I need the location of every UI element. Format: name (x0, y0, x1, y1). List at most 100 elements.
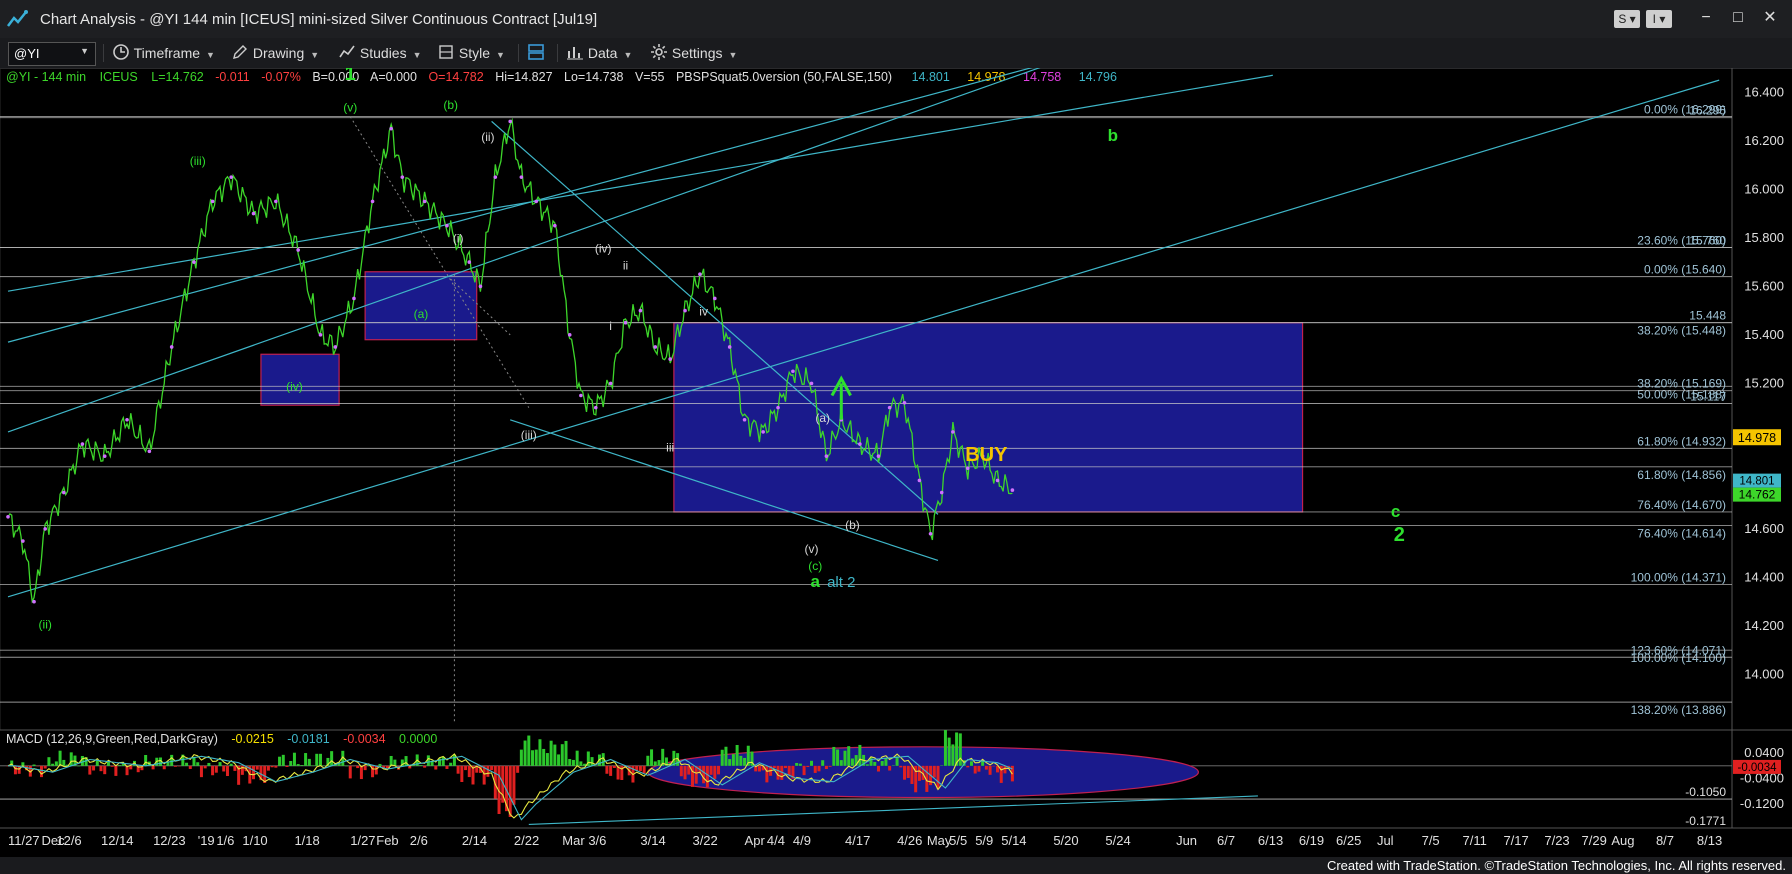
macd-label: MACD (12,26,9,Green,Red,DarkGray) (6, 732, 218, 746)
macd-histogram-bar (185, 762, 189, 766)
macd-histogram-bar (173, 765, 177, 767)
macd-histogram-bar (575, 750, 579, 766)
time-tick-label: Feb (376, 833, 398, 848)
price-tick-label: 15.600 (1744, 278, 1784, 293)
fib-level-label: 138.20% (13.886) (1631, 703, 1726, 717)
settings-menu[interactable]: Settings ▼ (650, 43, 737, 63)
symbol-value: @YI (14, 46, 40, 61)
macd-histogram-bar (880, 761, 884, 766)
macd-histogram-bar (765, 765, 769, 783)
fib-level-label: 16.295 (1689, 104, 1726, 118)
macd-histogram-bar (783, 765, 787, 769)
gear-icon (651, 44, 667, 60)
time-tick-label: Apr (745, 833, 766, 848)
macd-histogram-bar (802, 765, 806, 776)
macd-histogram-bar (728, 759, 732, 766)
macd-histogram-bar (39, 765, 43, 778)
swing-point-marker (389, 126, 393, 131)
macd-histogram-bar (739, 755, 743, 766)
macd-histogram-bar (523, 740, 527, 766)
swing-point-marker (147, 449, 152, 454)
macd-histogram-bar (757, 765, 761, 772)
wave-label: (i) (453, 232, 464, 246)
price-tick-label: 16.200 (1744, 133, 1784, 148)
time-tick-label: May (927, 833, 952, 848)
last-price-tag-text: 14.978 (1738, 431, 1776, 445)
swing-point-marker (638, 308, 643, 313)
fib-level-label: 15.760 (1689, 234, 1726, 248)
macd-histogram-bar (300, 765, 304, 766)
macd-histogram-bar (486, 765, 490, 777)
price-tick-label: 14.600 (1744, 521, 1784, 536)
swing-point-marker (951, 430, 955, 434)
swing-point-marker (352, 296, 356, 301)
macd-histogram-bar (352, 765, 356, 767)
macd-histogram-bar (47, 757, 51, 766)
time-tick-label: 7/11 (1463, 833, 1487, 848)
time-tick-label: 12/14 (101, 833, 134, 848)
close-button[interactable]: ✕ (1760, 8, 1780, 28)
fib-level-label: 100.00% (14.371) (1631, 570, 1726, 584)
macd-value-tag-text: -0.0034 (1737, 762, 1777, 774)
swing-point-marker (43, 527, 47, 531)
macd-histogram-bar (813, 765, 817, 773)
macd-histogram-bar (419, 765, 423, 766)
studies-menu[interactable]: Studies ▼ (338, 43, 422, 63)
swing-point-marker (553, 223, 557, 228)
s-dropdown-button[interactable]: S ▾ (1614, 10, 1640, 28)
macd-histogram-bar (966, 765, 970, 768)
macd-histogram-bar (345, 765, 349, 767)
macd-histogram-bar (731, 754, 735, 766)
timeframe-menu[interactable]: Timeframe ▼ (112, 43, 215, 63)
swing-point-marker (80, 442, 85, 446)
macd-histogram-bar (304, 753, 308, 766)
macd-histogram-bar (516, 765, 520, 773)
data-menu[interactable]: Data ▼ (566, 43, 632, 63)
fib-level-label: 0.00% (15.640) (1644, 263, 1726, 277)
macd-histogram-bar (218, 762, 222, 766)
i-dropdown-button[interactable]: I ▾ (1646, 10, 1672, 28)
layout-button[interactable] (526, 43, 546, 63)
toolbar-divider (518, 44, 519, 62)
macd-histogram-bar (992, 765, 996, 767)
time-tick-label: 5/5 (949, 833, 967, 848)
macd-histogram-bar (225, 765, 229, 777)
wave-label: iii (666, 440, 674, 454)
time-tick-label: 7/29 (1582, 833, 1607, 848)
swing-point-marker (493, 175, 498, 179)
time-tick-label: Aug (1611, 833, 1634, 848)
macd-histogram-bar (534, 749, 538, 766)
drawing-menu[interactable]: Drawing ▼ (231, 43, 319, 63)
macd-histogram-bar (798, 763, 802, 766)
swing-point-marker (251, 211, 256, 216)
macd-histogram-bar (252, 765, 256, 780)
time-tick-label: 6/7 (1217, 833, 1235, 848)
macd-histogram-bar (270, 765, 274, 768)
wave-label: a (811, 572, 821, 591)
macd-histogram-bar (735, 744, 739, 766)
macd-value-1: -0.0215 (231, 732, 273, 746)
macd-histogram-bar (36, 765, 40, 767)
study-price-tag-text: 14.801 (1739, 476, 1774, 488)
swing-point-marker (713, 296, 717, 301)
macd-histogram-bar (278, 756, 282, 766)
minimize-button[interactable]: − (1696, 8, 1716, 28)
macd-histogram-bar (549, 740, 553, 766)
swing-point-marker (791, 369, 795, 374)
macd-histogram-bar (657, 760, 661, 766)
swing-point-marker (508, 119, 512, 124)
maximize-button[interactable]: □ (1728, 8, 1748, 28)
swing-point-marker (370, 199, 375, 204)
style-menu[interactable]: Style ▼ (437, 43, 505, 63)
swing-point-marker (876, 454, 881, 458)
macd-histogram-bar (891, 765, 895, 766)
chart-area[interactable]: @YI - 144 min ICEUS L=14.762 -0.011 -0.0… (0, 68, 1792, 857)
macd-histogram-bar (318, 753, 322, 766)
macd-histogram-bar (266, 765, 270, 771)
macd-histogram-bar (296, 764, 300, 766)
macd-histogram-bar (560, 744, 564, 766)
macd-histogram-bar (973, 765, 977, 774)
copyright-text: Created with TradeStation. ©TradeStation… (1326, 858, 1786, 873)
symbol-input[interactable]: @YI ▼ (8, 42, 96, 66)
macd-histogram-bar (233, 765, 237, 771)
